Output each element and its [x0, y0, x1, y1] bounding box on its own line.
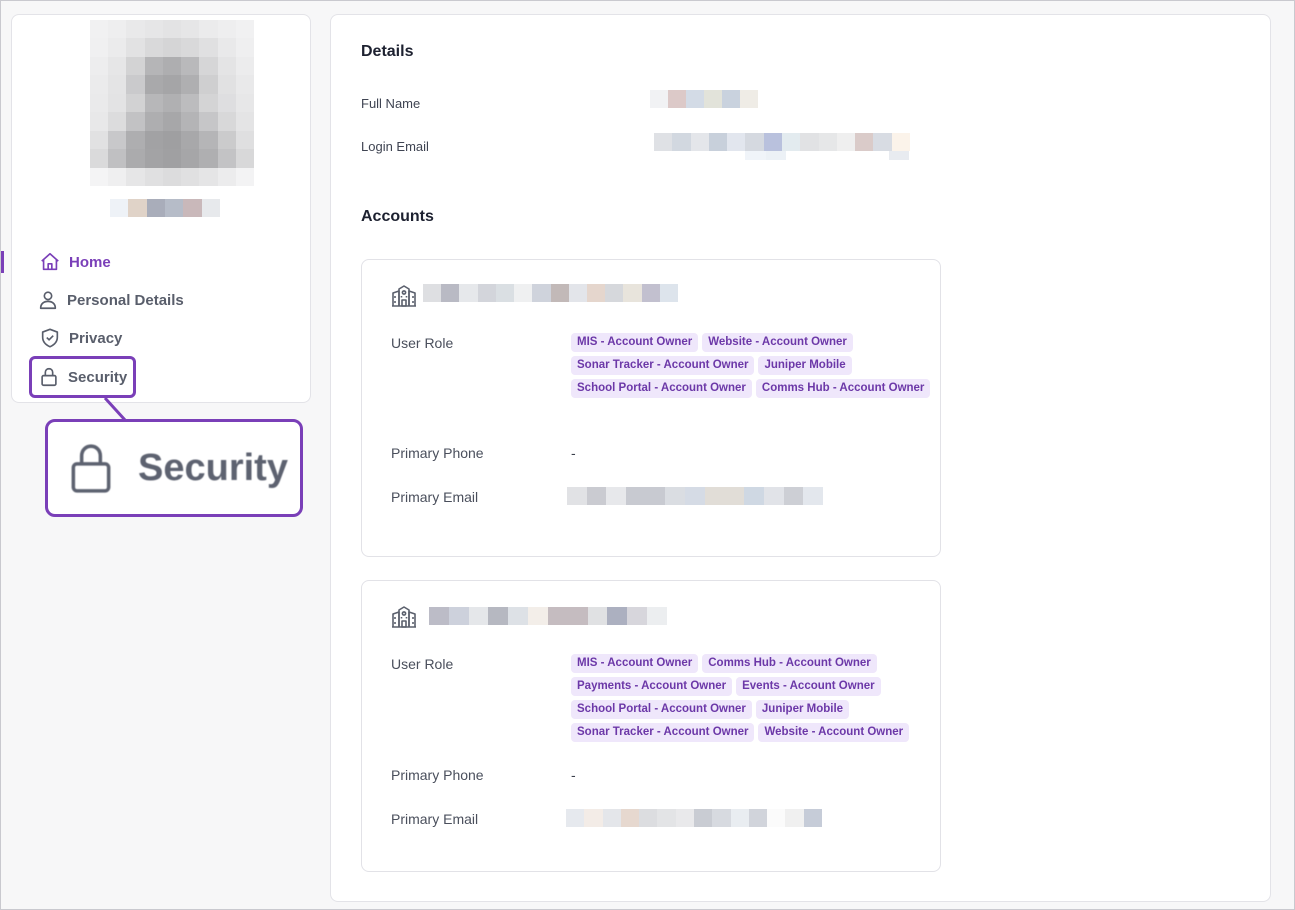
sidebar-item-security[interactable]: Security	[29, 356, 137, 398]
user-role-label: User Role	[391, 656, 454, 672]
primary-phone-value: -	[571, 445, 576, 461]
sidebar-item-privacy[interactable]: Privacy	[39, 323, 122, 353]
primary-email-label: Primary Email	[391, 811, 479, 827]
primary-phone-label: Primary Phone	[391, 445, 484, 461]
sidebar-item-label: Privacy	[69, 329, 123, 347]
sidebar-item-personal-details[interactable]: Personal Details	[37, 285, 184, 315]
shield-check-icon	[41, 328, 59, 348]
sidebar-item-label: Personal Details	[67, 291, 184, 309]
role-badge: Website - Account Owner	[702, 333, 853, 352]
role-badge: Sonar Tracker - Account Owner	[571, 723, 755, 742]
main-content: Details Full Name Login Email Accounts U…	[330, 14, 1271, 902]
avatar-name-redacted	[110, 199, 220, 217]
role-badge: MIS - Account Owner	[571, 333, 699, 352]
active-indicator	[1, 251, 4, 273]
login-email-label: Login Email	[361, 139, 429, 154]
role-badge: School Portal - Account Owner	[571, 700, 752, 719]
account-name-redacted	[423, 284, 679, 302]
account-card: User Role MIS - Account Owner Website - …	[361, 259, 941, 557]
details-title: Details	[361, 43, 414, 60]
role-badge: Payments - Account Owner	[571, 677, 733, 696]
role-badge: Juniper Mobile	[755, 700, 850, 719]
role-badge: Sonar Tracker - Account Owner	[571, 356, 755, 375]
role-badge: MIS - Account Owner	[571, 654, 699, 673]
callout-label: Security	[138, 446, 288, 489]
login-email-redacted	[654, 133, 910, 151]
home-icon	[41, 252, 59, 271]
primary-email-redacted	[566, 809, 822, 827]
zoom-callout-security: Security	[45, 419, 303, 517]
accounts-title: Accounts	[361, 208, 434, 225]
user-role-label: User Role	[391, 335, 454, 351]
avatar	[90, 20, 254, 186]
role-badge: Comms Hub - Account Owner	[755, 379, 931, 398]
account-card: User Role MIS - Account Owner Comms Hub …	[361, 580, 941, 872]
primary-phone-value: -	[571, 767, 576, 783]
sidebar-item-label: Security	[68, 368, 128, 386]
sidebar-item-home[interactable]: Home	[39, 247, 111, 277]
lock-icon	[41, 367, 57, 387]
role-badges: MIS - Account Owner Website - Account Ow…	[571, 333, 931, 398]
primary-phone-label: Primary Phone	[391, 767, 484, 783]
full-name-redacted	[650, 90, 758, 108]
role-badge: School Portal - Account Owner	[571, 379, 752, 398]
lock-icon	[71, 444, 111, 493]
role-badge: Website - Account Owner	[758, 723, 910, 742]
role-badge: Events - Account Owner	[736, 677, 881, 696]
login-email-redacted-2	[745, 151, 909, 160]
school-building-icon	[392, 606, 416, 628]
account-name-redacted	[429, 607, 667, 625]
school-building-icon	[392, 285, 416, 307]
user-icon	[39, 291, 57, 310]
role-badges: MIS - Account Owner Comms Hub - Account …	[571, 654, 931, 742]
role-badge: Comms Hub - Account Owner	[702, 654, 877, 673]
primary-email-label: Primary Email	[391, 489, 479, 505]
role-badge: Juniper Mobile	[758, 356, 852, 375]
primary-email-redacted	[567, 487, 823, 505]
sidebar-item-label: Home	[69, 253, 111, 271]
full-name-label: Full Name	[361, 96, 421, 111]
